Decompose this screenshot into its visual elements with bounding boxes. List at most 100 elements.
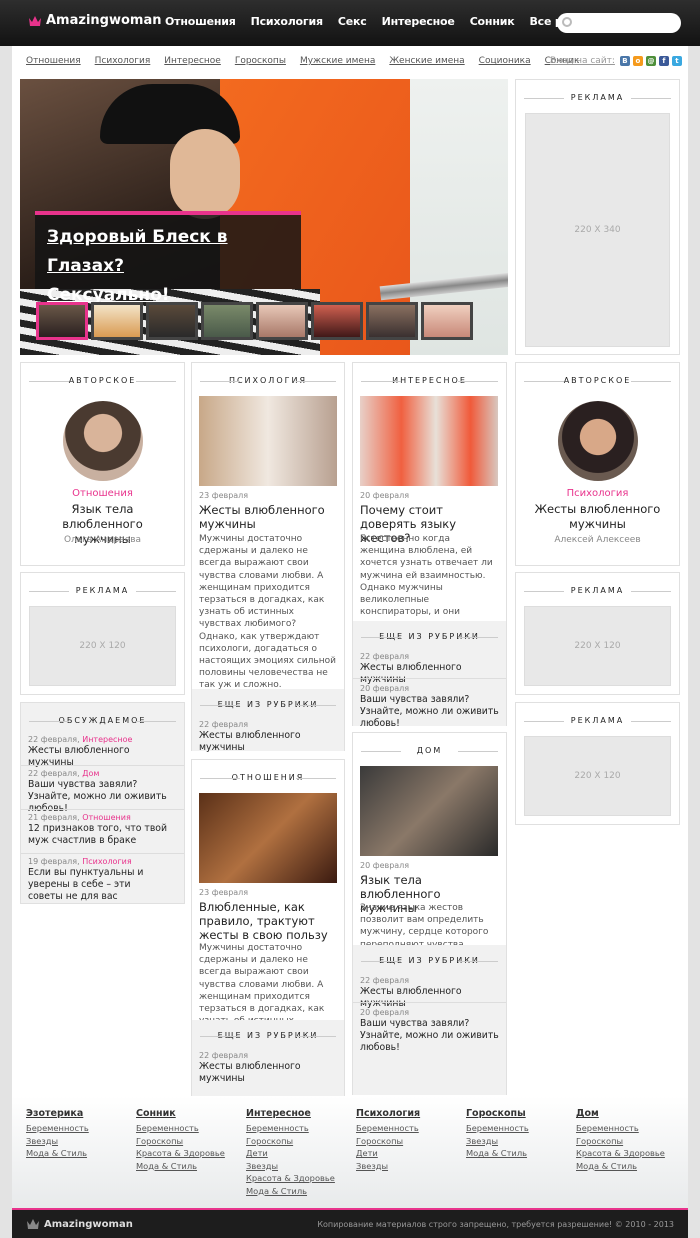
footer-link[interactable]: Звезды (246, 1160, 346, 1173)
footer-column-title[interactable]: Гороскопы (466, 1108, 566, 1119)
footer-logo[interactable]: Amazingwoman (26, 1218, 133, 1230)
item-title[interactable]: Если вы пунктуальны и уверены в себе – э… (28, 867, 168, 903)
list-item[interactable]: 22 февраля, Интересное Жесты влюбленного … (28, 735, 168, 769)
search-icon[interactable] (562, 17, 572, 27)
avatar[interactable] (558, 401, 638, 481)
subnav-interesting[interactable]: Интересное (164, 56, 221, 66)
ad-placeholder[interactable]: 220 X 120 (524, 736, 671, 816)
item-title[interactable]: Жесты влюбленного мужчины (360, 986, 500, 1010)
list-item[interactable]: 22 февраля Жесты влюбленного мужчины (199, 720, 339, 754)
login-label[interactable]: Вход на сайт: (550, 56, 615, 66)
hero-thumb[interactable] (256, 302, 308, 340)
footer-link[interactable]: Дети (246, 1147, 346, 1160)
list-item[interactable]: 22 февраля Жесты влюбленного мужчины (360, 652, 500, 686)
nav-sex[interactable]: Секс (338, 15, 367, 28)
category-link[interactable]: Психология (516, 488, 679, 499)
hero-thumb[interactable] (36, 302, 88, 340)
article-image[interactable] (360, 396, 498, 486)
facebook-icon[interactable]: f (658, 56, 669, 66)
subnav-psychology[interactable]: Психология (95, 56, 151, 66)
footer-link[interactable]: Звезды (26, 1135, 126, 1148)
item-title[interactable]: 12 признаков того, что твой муж счастлив… (28, 823, 168, 847)
nav-psychology[interactable]: Психология (251, 15, 323, 28)
article-title[interactable]: Жесты влюбленного мужчины (199, 503, 339, 531)
list-item[interactable]: 21 февраля, Отношения 12 признаков того, … (28, 813, 168, 847)
nav-relations[interactable]: Отношения (165, 15, 236, 28)
ad-placeholder[interactable]: 220 X 120 (29, 606, 176, 686)
footer-link[interactable]: Звезды (466, 1135, 566, 1148)
search-input[interactable] (575, 14, 675, 32)
footer-link[interactable]: Звезды (356, 1160, 456, 1173)
subnav-female-names[interactable]: Женские имена (389, 56, 464, 66)
footer-link[interactable]: Беременность (466, 1122, 566, 1135)
footer-link[interactable]: Мода & Стиль (246, 1185, 346, 1198)
list-item[interactable]: 22 февраля Жесты влюбленного мужчины (199, 1051, 339, 1085)
footer-link[interactable]: Мода & Стиль (26, 1147, 126, 1160)
vk-icon[interactable]: В (619, 56, 630, 66)
item-category[interactable]: Отношения (82, 813, 131, 822)
footer-link[interactable]: Мода & Стиль (576, 1160, 676, 1173)
hero-thumb[interactable] (366, 302, 418, 340)
footer-column-title[interactable]: Психология (356, 1108, 456, 1119)
nav-interesting[interactable]: Интересное (382, 15, 455, 28)
list-item[interactable]: 20 февраля Ваши чувства завяли? Узнайте, … (360, 684, 500, 730)
hero-thumb[interactable] (201, 302, 253, 340)
footer-link[interactable]: Беременность (26, 1122, 126, 1135)
footer-link[interactable]: Беременность (576, 1122, 676, 1135)
footer-link[interactable]: Гороскопы (136, 1135, 236, 1148)
item-category[interactable]: Психология (82, 857, 131, 866)
subnav-male-names[interactable]: Мужские имена (300, 56, 375, 66)
item-title[interactable]: Ваши чувства завяли? Узнайте, можно ли о… (360, 1018, 500, 1054)
odnoklassniki-icon[interactable]: o (632, 56, 643, 66)
article-image[interactable] (199, 793, 337, 883)
hero-thumb[interactable] (421, 302, 473, 340)
article-title[interactable]: Влюбленные, как правило, трактуют жесты … (199, 900, 339, 942)
hero-title[interactable]: Здоровый Блеск в Глазах? Сексуально! (47, 223, 301, 310)
footer-link[interactable]: Красота & Здоровье (246, 1172, 346, 1185)
author-card[interactable]: АВТОРСКОЕ Отношения Язык тела влюбленног… (20, 362, 185, 566)
list-item[interactable]: 19 февраля, Психология Если вы пунктуальн… (28, 857, 168, 903)
footer-link[interactable]: Гороскопы (576, 1135, 676, 1148)
footer-link[interactable]: Красота & Здоровье (136, 1147, 236, 1160)
footer-link[interactable]: Гороскопы (246, 1135, 346, 1148)
footer-column-title[interactable]: Эзотерика (26, 1108, 126, 1119)
site-logo[interactable]: Amazingwoman (28, 13, 161, 28)
nav-dreambook[interactable]: Сонник (470, 15, 515, 28)
footer-link[interactable]: Беременность (136, 1122, 236, 1135)
item-title[interactable]: Жесты влюбленного мужчины (199, 1061, 339, 1085)
subnav-socionics[interactable]: Соционика (479, 56, 531, 66)
item-title[interactable]: Ваши чувства завяли? Узнайте, можно ли о… (360, 694, 500, 730)
article-title[interactable]: Жесты влюбленного мужчины (516, 502, 679, 532)
item-title[interactable]: Жесты влюбленного мужчины (360, 662, 500, 686)
article-image[interactable] (360, 766, 498, 856)
footer-link[interactable]: Беременность (246, 1122, 346, 1135)
list-item[interactable]: 20 февраля Ваши чувства завяли? Узнайте, … (360, 1008, 500, 1054)
item-category[interactable]: Интересное (82, 735, 132, 744)
footer-column-title[interactable]: Сонник (136, 1108, 236, 1119)
footer-column-title[interactable]: Интересное (246, 1108, 346, 1119)
avatar[interactable] (63, 401, 143, 481)
footer-link[interactable]: Дети (356, 1147, 456, 1160)
footer-column-title[interactable]: Дом (576, 1108, 676, 1119)
footer-link[interactable]: Гороскопы (356, 1135, 456, 1148)
footer-link[interactable]: Беременность (356, 1122, 456, 1135)
footer-link[interactable]: Мода & Стиль (466, 1147, 566, 1160)
mailru-icon[interactable]: @ (645, 56, 656, 66)
subnav-horoscopes[interactable]: Гороскопы (235, 56, 286, 66)
item-category[interactable]: Дом (82, 769, 99, 778)
footer-link[interactable]: Мода & Стиль (136, 1160, 236, 1173)
footer-link[interactable]: Красота & Здоровье (576, 1147, 676, 1160)
author-card[interactable]: АВТОРСКОЕ Психология Жесты влюбленного м… (515, 362, 680, 566)
item-title[interactable]: Жесты влюбленного мужчины (199, 730, 339, 754)
hero-thumb[interactable] (311, 302, 363, 340)
article-image[interactable] (199, 396, 337, 486)
hero-caption[interactable]: Здоровый Блеск в Глазах? Сексуально! (35, 211, 301, 305)
twitter-icon[interactable]: t (671, 56, 682, 66)
list-item[interactable]: 22 февраля Жесты влюбленного мужчины (360, 976, 500, 1010)
hero-slider[interactable]: Здоровый Блеск в Глазах? Сексуально! (20, 79, 508, 355)
ad-placeholder[interactable]: 220 X 120 (524, 606, 671, 686)
hero-thumb[interactable] (146, 302, 198, 340)
hero-thumb[interactable] (91, 302, 143, 340)
ad-placeholder[interactable]: 220 X 340 (525, 113, 670, 347)
category-link[interactable]: Отношения (21, 488, 184, 499)
